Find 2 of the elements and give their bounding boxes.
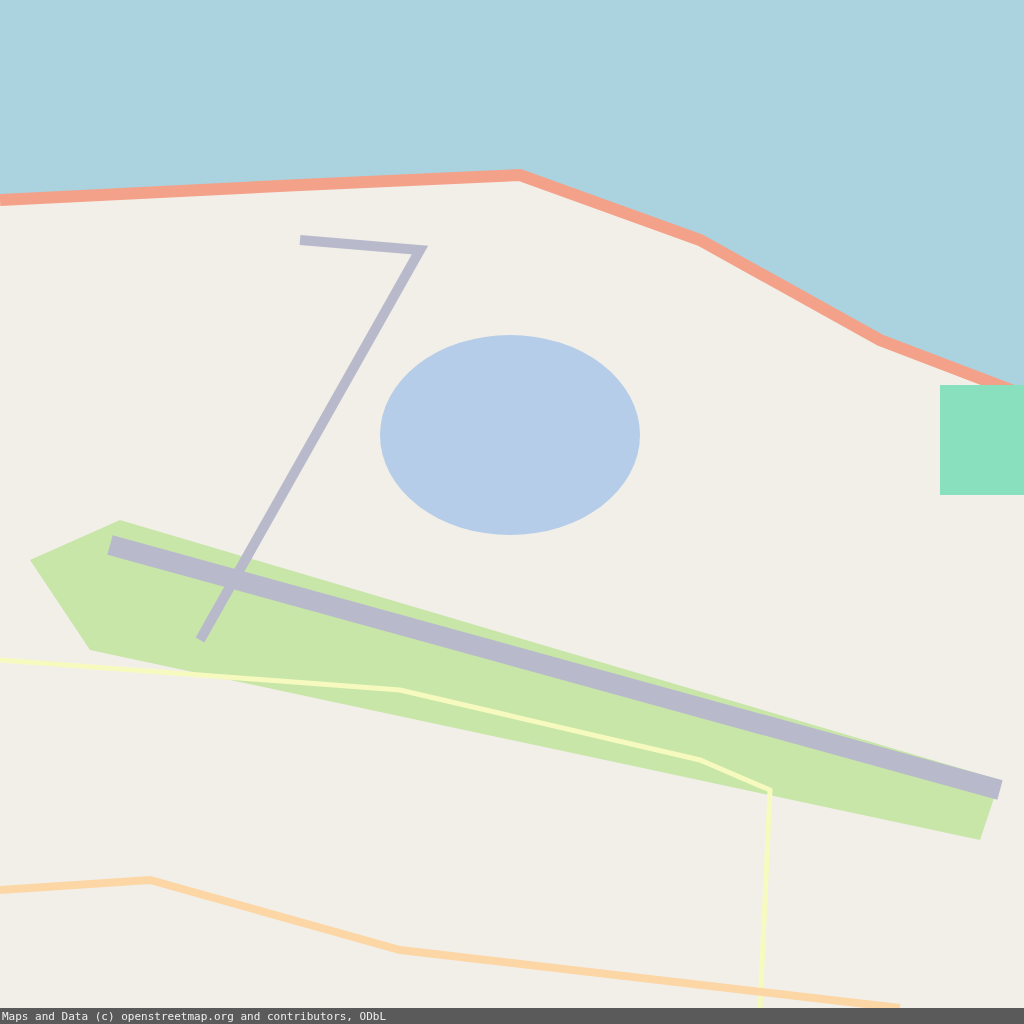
map-attribution: Maps and Data (c) openstreetmap.org and contributors, ODbL (2, 1010, 387, 1022)
map-drawing[interactable] (0, 0, 1024, 1008)
